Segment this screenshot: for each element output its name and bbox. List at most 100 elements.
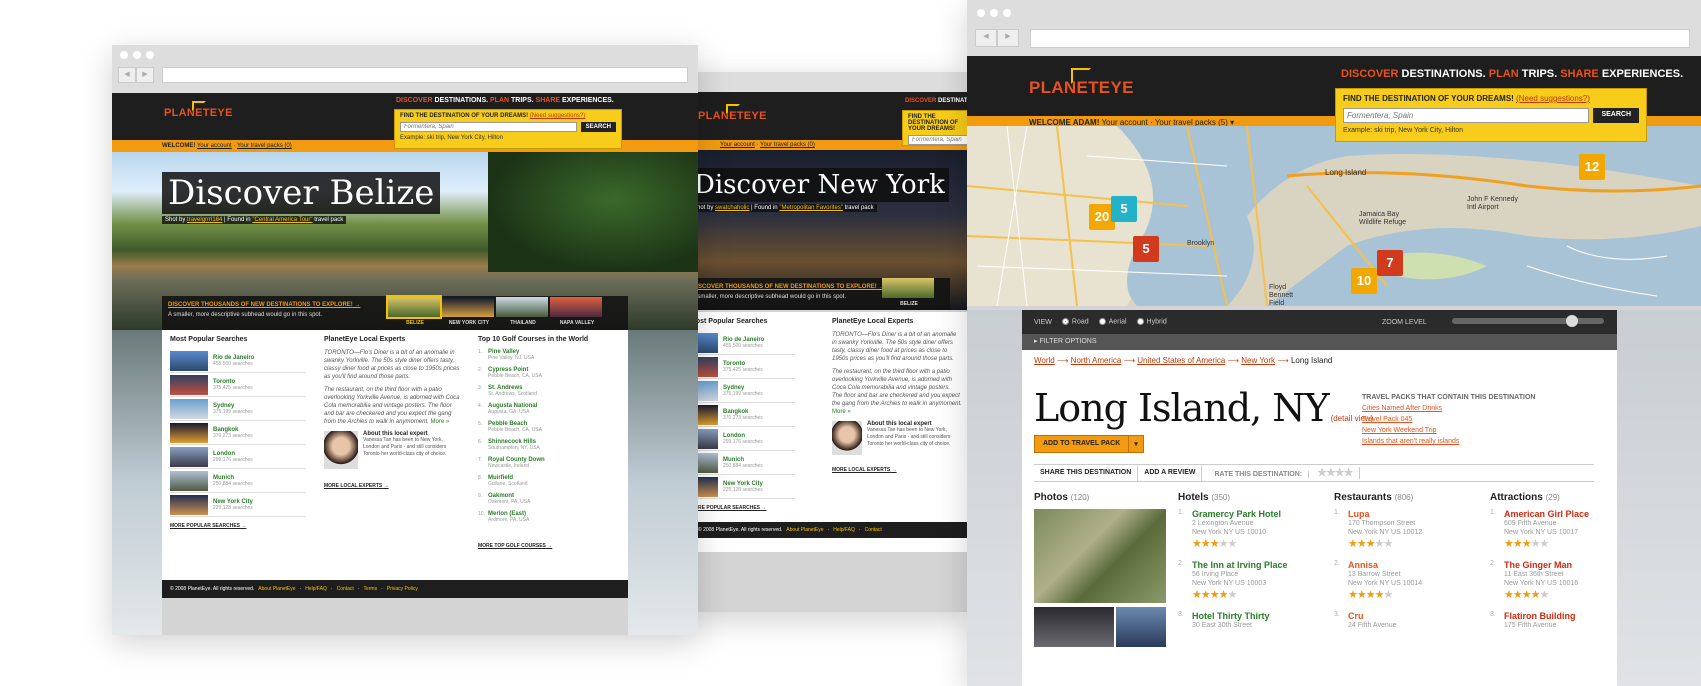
search-button[interactable]: SEARCH xyxy=(580,122,616,132)
travel-pack-link[interactable]: Islands that aren't really islands xyxy=(1362,438,1535,445)
address-bar[interactable] xyxy=(1030,29,1690,48)
planeteye-logo[interactable]: PLANETEYE xyxy=(698,104,767,122)
more-popular-searches-link[interactable]: MORE POPULAR SEARCHES → xyxy=(690,505,795,511)
forward-icon[interactable]: ▶ xyxy=(136,67,154,83)
breadcrumb-link[interactable]: North America xyxy=(1071,356,1122,365)
back-icon[interactable]: ◀ xyxy=(975,29,997,47)
travel-pack-link[interactable]: "Central America Tour" xyxy=(252,217,312,223)
travel-pack-link[interactable]: Travel Pack 045 xyxy=(1362,416,1535,423)
planeteye-logo[interactable]: PLANETEYE xyxy=(1029,68,1134,98)
account-link[interactable]: Your account xyxy=(197,143,232,149)
view-hybrid-radio[interactable]: Hybrid xyxy=(1136,318,1167,326)
map-view[interactable]: Long Island Jamaica Bay Wildlife Refuge … xyxy=(967,126,1701,306)
list-item[interactable]: New York City 225,128 searches xyxy=(690,475,795,499)
list-item[interactable]: 1. Pine Valley Pine Valley, NJ, USA xyxy=(478,349,624,367)
breadcrumb-link[interactable]: World xyxy=(1034,356,1055,365)
list-item[interactable]: 5. Pebble Beach Pebble Beach, CA, USA xyxy=(478,421,624,439)
breadcrumb-link[interactable]: United States of America xyxy=(1137,356,1225,365)
list-item[interactable]: 3. St. Andrews St. Andrews, Scotland xyxy=(478,385,624,403)
close-dot-icon[interactable] xyxy=(120,51,128,59)
footer-link[interactable]: About PlanetEye xyxy=(786,527,823,533)
more-popular-searches-link[interactable]: MORE POPULAR SEARCHES → xyxy=(170,523,306,529)
list-item[interactable]: 3. Hotel Thirty Thirty 30 East 30th Street xyxy=(1178,611,1334,630)
address-bar[interactable] xyxy=(162,67,688,83)
footer-link[interactable]: Privacy Policy xyxy=(387,586,418,592)
minimize-dot-icon[interactable] xyxy=(133,51,141,59)
view-road-radio[interactable]: Road xyxy=(1061,318,1089,326)
thumb-label[interactable]: BELIZE xyxy=(882,301,936,307)
footer-link[interactable]: Contact xyxy=(337,586,354,592)
list-item[interactable]: Bangkok 370,273 searches xyxy=(170,421,306,445)
travel-pack-link[interactable]: "Metropolitan Favorites" xyxy=(779,205,843,211)
footer-link[interactable]: Terms xyxy=(363,586,377,592)
expert-avatar[interactable] xyxy=(832,421,862,455)
list-item[interactable]: 1. Gramercy Park Hotel 2 Lexington Avenue N… xyxy=(1178,509,1334,550)
more-local-experts-link[interactable]: MORE LOCAL EXPERTS → xyxy=(832,467,962,473)
photographer-link[interactable]: swatchaholic xyxy=(715,205,749,211)
list-item[interactable]: 1. American Girl Place 609 Fifth Avenue New… xyxy=(1490,509,1630,550)
search-input[interactable] xyxy=(1343,108,1590,123)
breadcrumb-link[interactable]: New York xyxy=(1241,356,1275,365)
thumb-napa[interactable] xyxy=(550,297,602,317)
list-item[interactable]: Rio de Janeiro 455,500 searches xyxy=(170,349,306,373)
list-item[interactable]: 1. Lupa 170 Thompson Street New York NY US … xyxy=(1334,509,1490,550)
expert-avatar[interactable] xyxy=(324,431,358,469)
thumb-new-york[interactable] xyxy=(442,297,494,317)
travel-packs-link[interactable]: Your travel packs (0) xyxy=(237,143,292,149)
list-item[interactable]: London 299,176 searches xyxy=(170,445,306,469)
map-marker[interactable]: 7 xyxy=(1377,250,1403,276)
footer-link[interactable]: About PlanetEye xyxy=(258,586,295,592)
account-link[interactable]: Your account xyxy=(720,142,755,148)
list-item[interactable]: 3. Flatiron Building 175 Fifth Avenue xyxy=(1490,611,1630,630)
thumb-label[interactable]: NEW YORK CITY xyxy=(442,320,496,326)
zoom-slider[interactable] xyxy=(1452,318,1604,324)
list-item[interactable]: 7. Royal County Down Newcastle, Ireland xyxy=(478,457,624,475)
thumb-label[interactable]: NAPA VALLEY xyxy=(550,320,604,326)
photo-thumb[interactable] xyxy=(1116,607,1166,647)
travel-pack-link[interactable]: Cities Named After Drinks xyxy=(1362,405,1535,412)
travel-pack-link[interactable]: New York Weekend Trip xyxy=(1362,427,1535,434)
list-item[interactable]: Sydney 375,199 searches xyxy=(170,397,306,421)
list-item[interactable]: 6. Shinnecock Hills Southampton, NY, USA xyxy=(478,439,624,457)
list-item[interactable]: New York City 225,128 searches xyxy=(170,493,306,517)
map-marker[interactable]: 5 xyxy=(1133,236,1159,262)
travel-packs-link[interactable]: Your travel packs (0) xyxy=(760,142,815,148)
list-item[interactable]: 2. The Ginger Man 11 East 36th Street New Y… xyxy=(1490,560,1630,601)
back-icon[interactable]: ◀ xyxy=(118,67,136,83)
add-to-travel-pack-button[interactable]: ADD TO TRAVEL PACK ▾ xyxy=(1034,435,1144,453)
more-link[interactable]: More » xyxy=(832,409,851,415)
list-item[interactable]: Rio de Janeiro 455,500 searches xyxy=(690,331,795,355)
thumb-thailand[interactable] xyxy=(496,297,548,317)
minimize-dot-icon[interactable] xyxy=(990,9,998,17)
list-item[interactable]: London 299,176 searches xyxy=(690,427,795,451)
discover-cta-link[interactable]: DISCOVER THOUSANDS OF NEW DESTINATIONS T… xyxy=(692,284,884,290)
photo-thumb[interactable] xyxy=(1034,509,1166,603)
filter-options-toggle[interactable]: ▸ FILTER OPTIONS xyxy=(1022,334,1617,350)
list-item[interactable]: Sydney 375,199 searches xyxy=(690,379,795,403)
map-marker[interactable]: 5 xyxy=(1111,196,1137,222)
zoom-slider-handle[interactable] xyxy=(1566,315,1578,327)
list-item[interactable]: Toronto 375,425 searches xyxy=(170,373,306,397)
planeteye-logo[interactable]: PLANETEYE xyxy=(164,101,233,119)
list-item[interactable]: 2. The Inn at Irving Place 56 Irving Place… xyxy=(1178,560,1334,601)
list-item[interactable]: Munich 250,884 searches xyxy=(170,469,306,493)
search-input[interactable] xyxy=(400,122,577,132)
need-suggestions-link[interactable]: (Need suggestions?) xyxy=(1516,94,1590,103)
more-golf-link[interactable]: MORE TOP GOLF COURSES → xyxy=(478,543,624,549)
map-marker[interactable]: 12 xyxy=(1579,154,1605,180)
rating-stars[interactable]: ★★★★ xyxy=(1311,467,1360,479)
list-item[interactable]: 2. Cypress Point Pebble Beach, CA, USA xyxy=(478,367,624,385)
close-dot-icon[interactable] xyxy=(977,9,985,17)
list-item[interactable]: 9. Oakmont Oakmont, PA, USA xyxy=(478,493,624,511)
photographer-link[interactable]: travelgrrrl164 xyxy=(187,217,222,223)
zoom-dot-icon[interactable] xyxy=(146,51,154,59)
list-item[interactable]: Munich 250,884 searches xyxy=(690,451,795,475)
list-item[interactable]: 4. Augusta National Augusta, GA, USA xyxy=(478,403,624,421)
view-aerial-radio[interactable]: Aerial xyxy=(1098,318,1127,326)
thumb-belize[interactable] xyxy=(386,295,442,319)
list-item[interactable]: 3. Cru 24 Fifth Avenue xyxy=(1334,611,1490,630)
map-marker[interactable]: 10 xyxy=(1351,268,1377,294)
list-item[interactable]: Toronto 375,425 searches xyxy=(690,355,795,379)
more-link[interactable]: More » xyxy=(431,419,450,425)
share-destination-button[interactable]: SHARE THIS DESTINATION xyxy=(1034,464,1139,482)
